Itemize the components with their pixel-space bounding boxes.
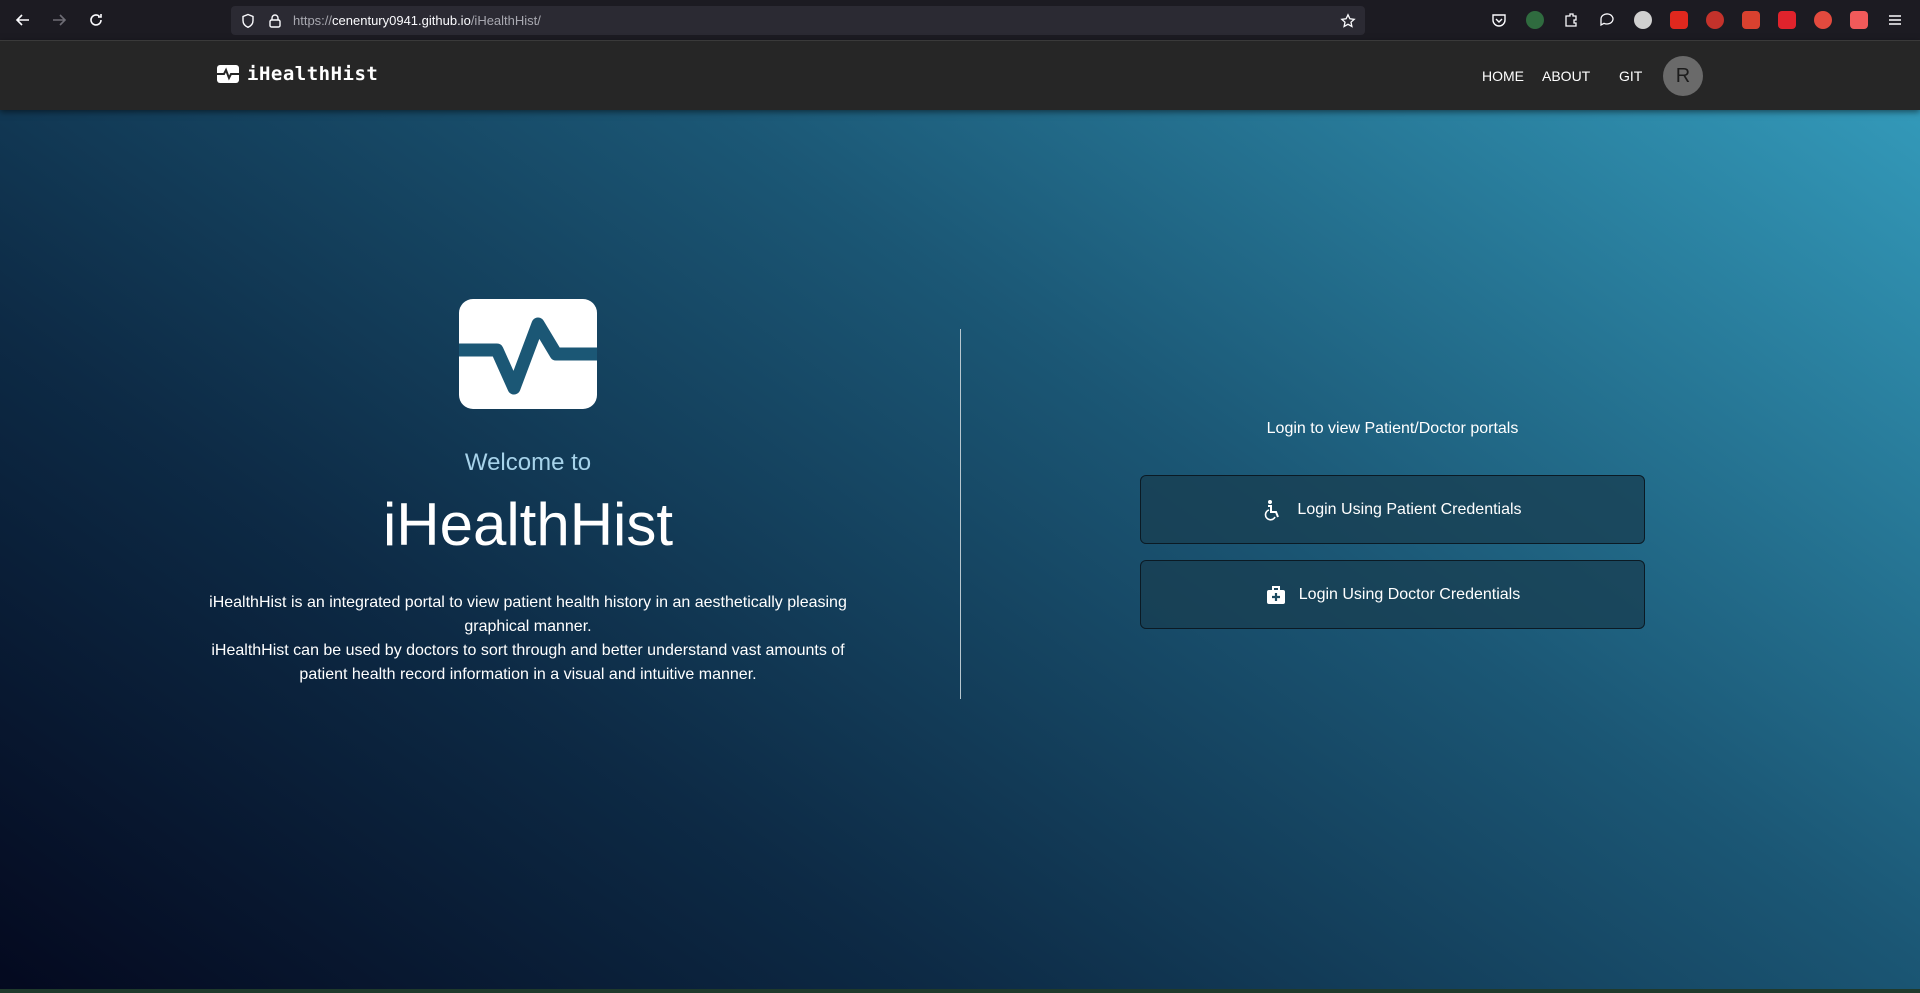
extension-b-icon[interactable] <box>1850 11 1868 29</box>
welcome-text: Welcome to <box>464 449 592 476</box>
menu-icon[interactable] <box>1886 11 1904 29</box>
browser-toolbar: https://cenentury0941.github.io/iHealthH… <box>0 0 1920 40</box>
forward-icon[interactable] <box>47 8 71 32</box>
chat-icon[interactable] <box>1598 11 1616 29</box>
patient-login-label: Login Using Patient Credentials <box>1297 500 1522 518</box>
nav-about-link[interactable]: ABOUT <box>1542 68 1590 84</box>
nav-git-link[interactable]: GIT <box>1619 68 1642 84</box>
brand-name: iHealthHist <box>247 63 379 85</box>
lock-icon[interactable] <box>267 13 283 29</box>
extension-screen-icon[interactable] <box>1742 11 1760 29</box>
doctor-login-label: Login Using Doctor Credentials <box>1298 585 1521 603</box>
patient-login-button[interactable]: Login Using Patient Credentials <box>1140 475 1645 544</box>
extensions-icon[interactable] <box>1562 11 1580 29</box>
extension-youtube-icon[interactable] <box>1670 11 1688 29</box>
avatar[interactable]: R <box>1663 56 1703 96</box>
description-line-1: iHealthHist is an integrated portal to v… <box>209 594 847 635</box>
extension-record-icon[interactable] <box>1706 11 1724 29</box>
extension-globe-icon[interactable] <box>1526 11 1544 29</box>
bottom-border <box>0 989 1920 993</box>
hero-section: Welcome to iHealthHist iHealthHist is an… <box>0 110 1920 993</box>
brand[interactable]: iHealthHist <box>217 63 378 85</box>
url-path: /iHealthHist/ <box>470 13 541 28</box>
medical-kit-icon <box>1266 585 1285 604</box>
doctor-login-button[interactable]: Login Using Doctor Credentials <box>1140 560 1645 629</box>
address-bar[interactable]: https://cenentury0941.github.io/iHealthH… <box>231 6 1365 35</box>
extension-person-icon[interactable] <box>1634 11 1652 29</box>
heart-pulse-icon <box>217 65 239 83</box>
url-prefix: https:// <box>293 13 333 28</box>
back-icon[interactable] <box>11 8 35 32</box>
star-icon[interactable] <box>1340 13 1356 29</box>
reload-icon[interactable] <box>84 8 108 32</box>
extension-lock-icon[interactable] <box>1778 11 1796 29</box>
description-line-2: iHealthHist can be used by doctors to so… <box>211 642 845 683</box>
shield-icon[interactable] <box>240 13 256 29</box>
description: iHealthHist is an integrated portal to v… <box>195 591 861 687</box>
heart-pulse-logo-icon <box>459 299 597 409</box>
app-navbar: iHealthHist HOME ABOUT GIT R <box>0 40 1920 110</box>
wheelchair-icon <box>1265 499 1280 521</box>
page-title: iHealthHist <box>382 491 674 558</box>
nav-home-link[interactable]: HOME <box>1482 68 1524 84</box>
url-host: cenentury0941.github.io <box>332 13 471 28</box>
pocket-icon[interactable] <box>1490 11 1508 29</box>
login-prompt: Login to view Patient/Doctor portals <box>1266 420 1519 437</box>
extension-badge-icon[interactable] <box>1814 11 1832 29</box>
url-text: https://cenentury0941.github.io/iHealthH… <box>293 13 541 28</box>
vertical-divider <box>960 329 961 699</box>
